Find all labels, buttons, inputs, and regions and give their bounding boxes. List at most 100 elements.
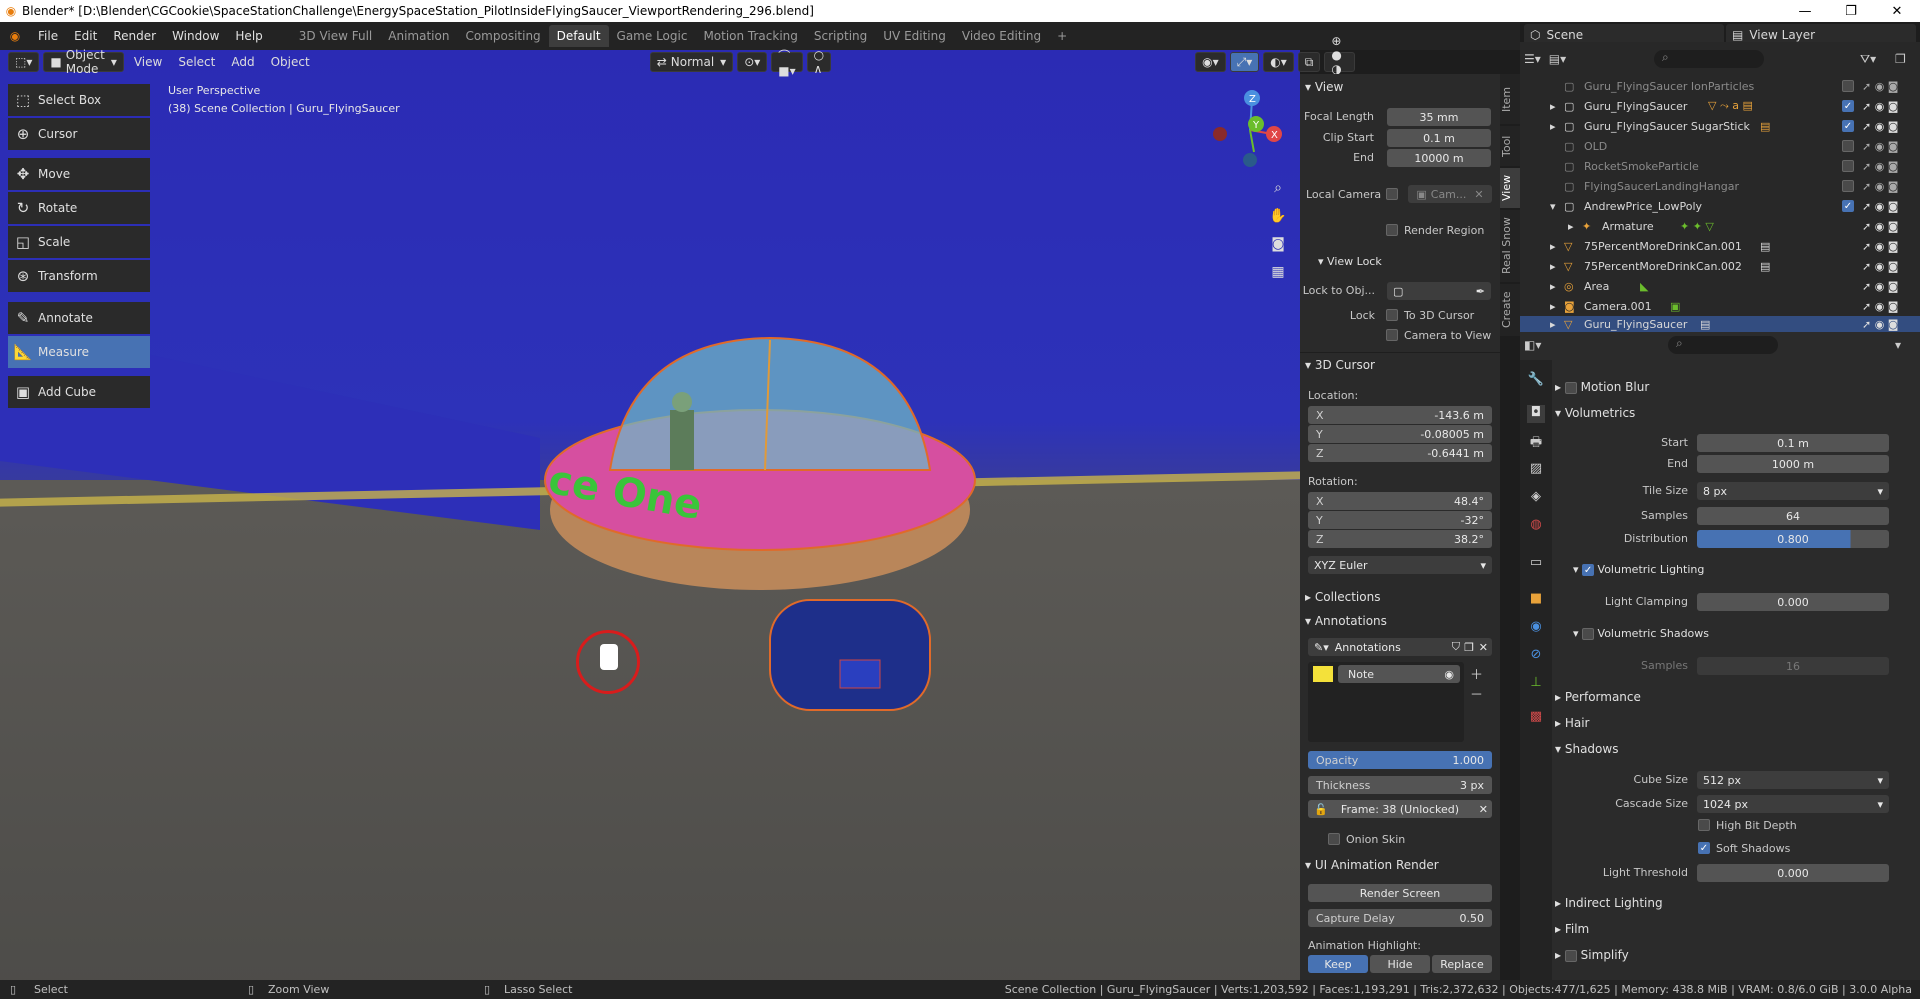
data-properties-icon[interactable]: ⊥ — [1527, 675, 1545, 693]
restrict-icons[interactable]: ➚ ◉ ◙ — [1862, 100, 1898, 113]
tab-game-logic[interactable]: Game Logic — [609, 25, 696, 47]
restrict-icons[interactable]: ➚ ◉ ◙ — [1862, 318, 1898, 331]
tab-item[interactable]: Item — [1500, 74, 1520, 124]
eyedropper-icon[interactable]: ✒ — [1476, 285, 1485, 298]
expand-icon[interactable]: ▸ — [1550, 100, 1556, 113]
clip-end-field[interactable]: 10000 m — [1387, 149, 1491, 167]
volumetric-shadows-header[interactable]: ▾ Volumetric Shadows — [1573, 627, 1709, 640]
outliner-row[interactable]: ▸ ◙ Camera.001 ▣ ➚ ◉ ◙ — [1520, 296, 1920, 316]
outliner-row[interactable]: ▢ OLD ➚ ◉ ◙ — [1520, 136, 1920, 156]
highlight-hide-button[interactable]: Hide — [1370, 955, 1430, 973]
tab-real-snow[interactable]: Real Snow — [1500, 210, 1520, 282]
restrict-icons[interactable]: ➚ ◉ ◙ — [1862, 140, 1898, 153]
tool-cursor[interactable]: ⊕ Cursor — [8, 118, 150, 150]
exclude-checkbox[interactable] — [1842, 180, 1854, 192]
visibility-button[interactable]: ◉▾ — [1195, 52, 1226, 72]
tool-move[interactable]: ✥ Move — [8, 158, 150, 190]
exclude-checkbox[interactable]: ✓ — [1842, 100, 1854, 112]
exclude-checkbox[interactable] — [1842, 80, 1854, 92]
expand-icon[interactable]: ▸ — [1550, 240, 1556, 253]
menu-help[interactable]: Help — [227, 29, 270, 43]
scene-properties-icon[interactable]: ◈ — [1527, 489, 1545, 507]
blender-menu-icon[interactable]: ◉ — [0, 29, 30, 43]
camera-to-view-checkbox[interactable] — [1386, 329, 1398, 341]
camera-view-icon[interactable]: ◙ — [1266, 236, 1290, 260]
restrict-icons[interactable]: ➚ ◉ ◙ — [1862, 160, 1898, 173]
collections-panel-header[interactable]: ▸ Collections — [1305, 590, 1380, 604]
restrict-icons[interactable]: ➚ ◉ ◙ — [1862, 220, 1898, 233]
viewport-menu-add[interactable]: Add — [225, 52, 260, 72]
eye-icon[interactable]: ◉ — [1444, 668, 1454, 681]
cube-size-dropdown[interactable]: 512 px ▾ — [1697, 771, 1889, 789]
tab-uv-editing[interactable]: UV Editing — [875, 25, 954, 47]
outliner-row[interactable]: ▸ ▽ 75PercentMoreDrinkCan.001 ▤ ➚ ◉ ◙ — [1520, 236, 1920, 256]
outliner-row[interactable]: ▾ ▢ AndrewPrice_LowPoly ✓ ➚ ◉ ◙ — [1520, 196, 1920, 216]
capture-delay-field[interactable]: Capture Delay 0.50 — [1308, 909, 1492, 927]
expand-icon[interactable]: ▸ — [1550, 300, 1556, 313]
opacity-slider[interactable]: Opacity 1.000 — [1308, 751, 1492, 769]
tool-measure[interactable]: 📐 Measure — [8, 336, 150, 368]
minimize-button[interactable]: — — [1782, 0, 1828, 22]
exclude-checkbox[interactable] — [1842, 160, 1854, 172]
menu-render[interactable]: Render — [105, 29, 164, 43]
light-clamping-field[interactable]: 0.000 — [1697, 593, 1889, 611]
outliner-row[interactable]: ▸ ▢ Guru_FlyingSaucer SugarStick ▤ ✓ ➚ ◉ ◙ — [1520, 116, 1920, 136]
cursor-rotation-z[interactable]: Z 38.2° — [1308, 530, 1492, 548]
onion-skin-checkbox[interactable] — [1328, 833, 1340, 845]
outliner-search-input[interactable]: ⌕ — [1654, 50, 1764, 68]
ui-animation-render-header[interactable]: ▾ UI Animation Render — [1305, 858, 1439, 872]
light-threshold-field[interactable]: 0.000 — [1697, 864, 1889, 882]
exclude-checkbox[interactable]: ✓ — [1842, 200, 1854, 212]
outliner-row[interactable]: ▢ RocketSmokeParticle ➚ ◉ ◙ — [1520, 156, 1920, 176]
snap-button[interactable]: ⌒ ■▾ — [771, 49, 803, 78]
layer-color-swatch[interactable] — [1313, 666, 1333, 682]
simplify-header[interactable]: ▸ Simplify — [1555, 948, 1629, 962]
constraint-properties-icon[interactable]: ⊘ — [1527, 647, 1545, 665]
focal-length-field[interactable]: 35 mm — [1387, 108, 1491, 126]
texture-properties-icon[interactable]: ▩ — [1527, 709, 1545, 727]
restrict-icons[interactable]: ➚ ◉ ◙ — [1862, 260, 1898, 273]
outliner-row[interactable]: ▸ ▢ Guru_FlyingSaucer ▽ ⤳ a ▤ ✓ ➚ ◉ ◙ — [1520, 96, 1920, 116]
properties-search-input[interactable]: ⌕ — [1668, 336, 1778, 354]
film-header[interactable]: ▸ Film — [1555, 922, 1589, 936]
volumetric-lighting-header[interactable]: ▾ ✓ Volumetric Lighting — [1573, 563, 1704, 576]
tool-add-cube[interactable]: ▣ Add Cube — [8, 376, 150, 408]
volumetrics-header[interactable]: ▾ Volumetrics — [1555, 406, 1635, 420]
soft-shadows-checkbox[interactable]: ✓ — [1698, 842, 1710, 854]
tab-3d-view-full[interactable]: 3D View Full — [291, 25, 381, 47]
add-workspace-icon[interactable]: + — [1049, 25, 1075, 47]
physics-properties-icon[interactable]: ◉ — [1527, 619, 1545, 637]
menu-window[interactable]: Window — [164, 29, 227, 43]
clip-start-field[interactable]: 0.1 m — [1387, 129, 1491, 147]
tool-scale[interactable]: ◱ Scale — [8, 226, 150, 258]
clear-icon[interactable]: ✕ — [1474, 188, 1483, 201]
tab-video-editing[interactable]: Video Editing — [954, 25, 1049, 47]
pan-hand-icon[interactable]: ✋ — [1266, 208, 1290, 232]
outliner-row[interactable]: ▢ FlyingSaucerLandingHangar ➚ ◉ ◙ — [1520, 176, 1920, 196]
restrict-icons[interactable]: ➚ ◉ ◙ — [1862, 120, 1898, 133]
expand-icon[interactable]: ▾ — [1550, 200, 1556, 213]
expand-icon[interactable]: ▸ — [1550, 260, 1556, 273]
3d-cursor-panel-header[interactable]: ▾ 3D Cursor — [1305, 358, 1375, 372]
restrict-icons[interactable]: ➚ ◉ ◙ — [1862, 80, 1898, 93]
filter-view-icon[interactable]: ▤▾ — [1549, 52, 1566, 66]
outliner-row[interactable]: ▢ Guru_FlyingSaucer IonParticles ➚ ◉ ◙ — [1520, 76, 1920, 96]
vol-end-field[interactable]: 1000 m — [1697, 455, 1889, 473]
outliner-row[interactable]: ▸ ✦ Armature ✦ ✦ ▽ ➚ ◉ ◙ — [1520, 216, 1920, 236]
cursor-rotation-x[interactable]: X 48.4° — [1308, 492, 1492, 510]
new-collection-icon[interactable]: ❐ — [1895, 52, 1906, 66]
add-layer-icon[interactable]: ＋ — [1470, 664, 1483, 683]
cursor-rotation-y[interactable]: Y -32° — [1308, 511, 1492, 529]
menu-file[interactable]: File — [30, 29, 66, 43]
high-bit-depth-checkbox[interactable] — [1698, 819, 1710, 831]
tab-scripting[interactable]: Scripting — [806, 25, 875, 47]
display-mode-icon[interactable]: ☰▾ — [1524, 52, 1541, 66]
editor-type-button[interactable]: ⬚▾ — [8, 52, 40, 72]
tool-select-box[interactable]: ⬚ Select Box — [8, 84, 150, 116]
local-camera-field[interactable]: ▣ Cam... ✕ — [1408, 185, 1492, 203]
tab-tool[interactable]: Tool — [1500, 126, 1520, 166]
tool-properties-icon[interactable]: 🔧 — [1527, 372, 1545, 390]
annotations-panel-header[interactable]: ▾ Annotations — [1305, 614, 1387, 628]
rotation-mode-dropdown[interactable]: XYZ Euler ▾ — [1308, 556, 1492, 574]
viewport-menu-object[interactable]: Object — [265, 52, 316, 72]
